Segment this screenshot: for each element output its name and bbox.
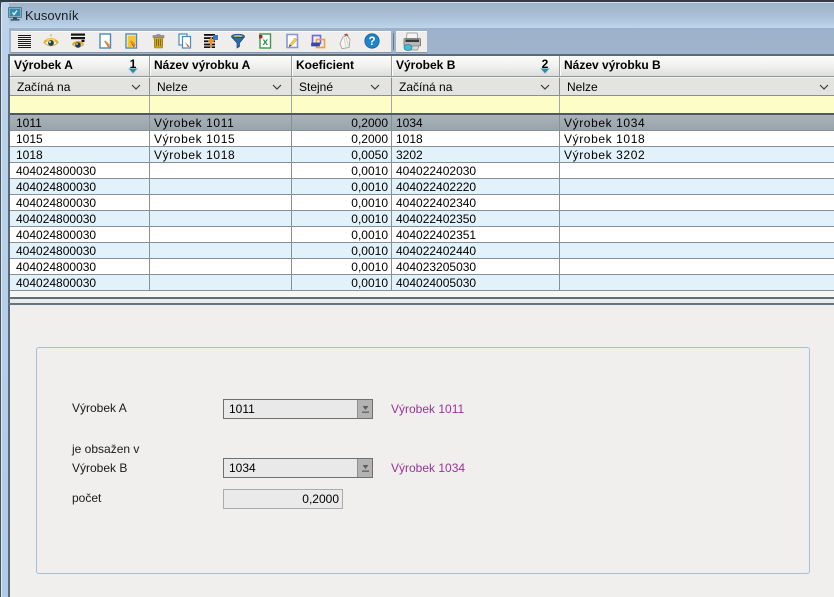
svg-text:x: x [263, 37, 269, 48]
svg-text:?: ? [368, 36, 375, 48]
